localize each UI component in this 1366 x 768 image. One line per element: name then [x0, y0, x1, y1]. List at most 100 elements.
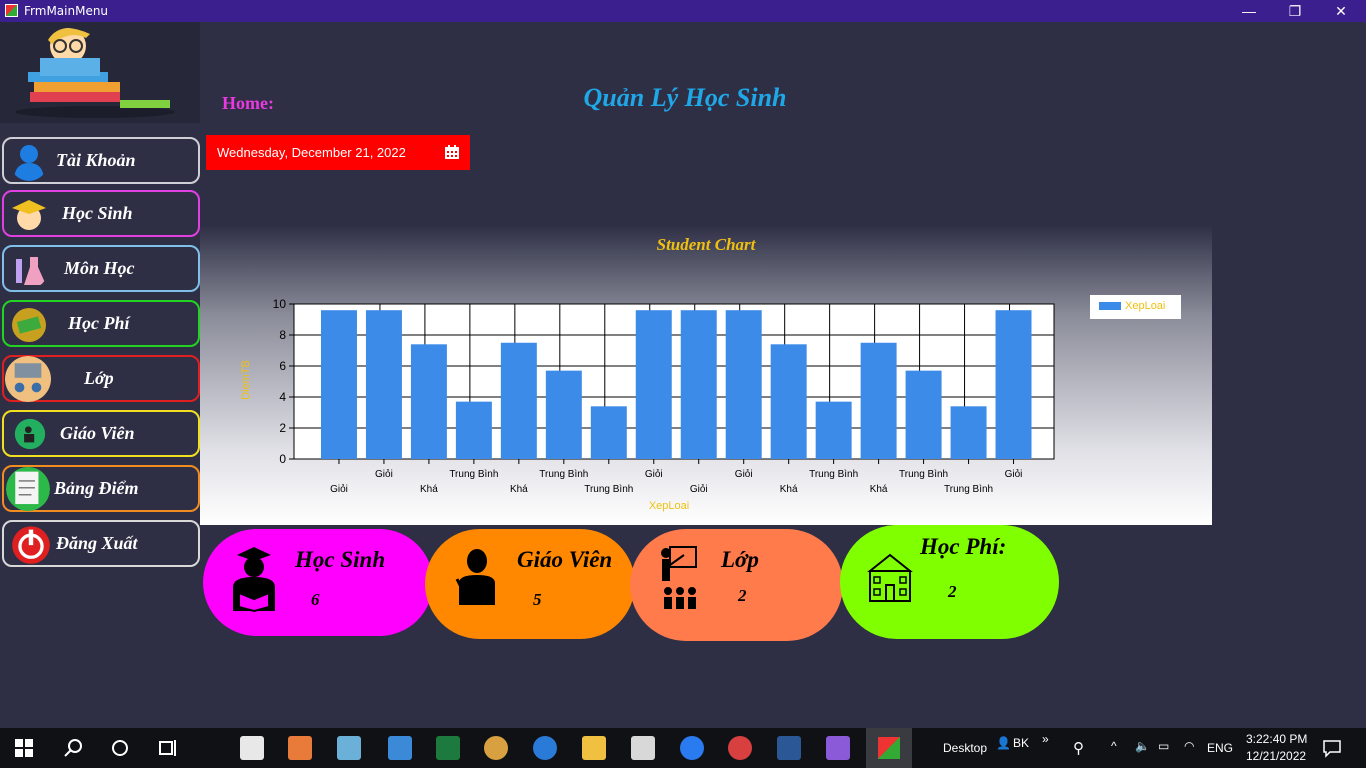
x-tick-label: Giỏi	[1005, 468, 1023, 480]
nav-hoc-phi-button[interactable]: Học Phí	[2, 300, 200, 347]
card-giao-vien[interactable]: Giáo Viên 5	[425, 529, 635, 639]
nav-mon-hoc-button[interactable]: Môn Học	[2, 245, 200, 292]
mail-icon[interactable]	[240, 736, 264, 760]
card-lop-title: Lớp	[721, 547, 759, 572]
nav-dang-xuat-button[interactable]: Đăng Xuất	[2, 520, 200, 567]
card-lop-value: 2	[738, 586, 747, 605]
y-tick-label: 0	[279, 452, 286, 466]
paint-icon[interactable]	[484, 736, 508, 760]
close-button[interactable]: ✕	[1318, 0, 1364, 22]
chart-title: Student Chart	[656, 235, 756, 254]
visual-studio-icon[interactable]	[826, 736, 850, 760]
card-hoc-sinh[interactable]: Học Sinh 6	[203, 529, 433, 636]
student-chart: 0 2 4 6 8 10 Giỏi Giỏi Khá Trung Bình Khá Trung Bìn…	[200, 225, 1212, 525]
nav-dang-xuat-label: Đăng Xuất	[56, 533, 138, 553]
edge-icon[interactable]	[533, 736, 557, 760]
nav-tai-khoan-button[interactable]: Tài Khoản	[2, 137, 200, 184]
chart-bar	[950, 406, 987, 459]
nav-hoc-phi-label: Học Phí	[68, 313, 130, 333]
x-tick-label: Giỏi	[645, 468, 663, 480]
notification-icon[interactable]	[1322, 738, 1342, 758]
computer-icon[interactable]	[388, 736, 412, 760]
chevron-icon[interactable]: »	[1042, 732, 1049, 746]
active-app-tab[interactable]	[866, 728, 912, 768]
minimize-button[interactable]: —	[1226, 0, 1272, 22]
user-icon	[14, 145, 44, 181]
taskbar: Desktop 👤 BK » ⚲ ^ 🔈 ▭ ◠ ENG 3:22:40 PM …	[0, 728, 1366, 768]
nav-lop-button[interactable]: Lớp	[2, 355, 200, 402]
chart-bar	[320, 310, 357, 459]
x-tick-label: Trung Bình	[944, 484, 993, 495]
chart-plot: 0 2 4 6 8 10 Giỏi Giỏi Khá Trung Bình Khá Trung Bìn…	[240, 297, 1055, 512]
title-bar: FrmMainMenu — ❐ ✕	[0, 0, 1366, 22]
search-icon[interactable]	[62, 736, 86, 760]
student-books-icon	[15, 28, 175, 118]
card-giao-vien-value: 5	[533, 590, 542, 609]
calendar-icon[interactable]	[444, 144, 460, 160]
task-view-icon[interactable]	[156, 736, 180, 760]
x-tick-label: Giỏi	[375, 468, 393, 480]
x-tick-label: Khá	[510, 484, 528, 495]
language-label[interactable]: ENG	[1207, 741, 1233, 755]
chart-bar	[770, 344, 807, 459]
nav-mon-hoc-label: Môn Học	[64, 258, 135, 278]
nav-hoc-sinh-button[interactable]: Học Sinh	[2, 190, 200, 237]
home-label: Home:	[222, 93, 274, 113]
chart-bar	[455, 401, 492, 459]
app-icon	[878, 737, 900, 759]
video-icon[interactable]	[288, 736, 312, 760]
chart-bar	[545, 370, 582, 459]
nav-bang-diem-label: Bảng Điểm	[54, 478, 139, 498]
x-tick-label: Giỏi	[330, 483, 348, 495]
student-reading-icon	[233, 547, 275, 613]
x-tick-label: Khá	[780, 484, 798, 495]
chrome-icon[interactable]	[728, 736, 752, 760]
x-tick-label: Trung Bình	[539, 469, 588, 480]
x-tick-label: Trung Bình	[809, 469, 858, 480]
notes-icon[interactable]	[337, 736, 361, 760]
cortana-icon[interactable]	[108, 736, 132, 760]
sidebar: Tài Khoản Học Sinh Môn Học Học Phí Lớp G…	[0, 22, 200, 728]
chart-legend: XepLoai	[1090, 295, 1181, 319]
x-tick-label: Giỏi	[735, 468, 753, 480]
show-hidden-icons[interactable]: ^	[1111, 739, 1117, 753]
volume-icon[interactable]: 🔈	[1135, 739, 1150, 753]
restore-button[interactable]: ❐	[1272, 0, 1318, 22]
chart-bar	[905, 370, 942, 459]
chart-bar	[365, 310, 402, 459]
clock-date[interactable]: 12/21/2022	[1246, 749, 1306, 763]
date-picker[interactable]: Wednesday, December 21, 2022	[206, 135, 470, 170]
x-axis-label: XepLoai	[649, 500, 689, 512]
store-icon[interactable]	[631, 736, 655, 760]
y-tick-label: 2	[279, 421, 286, 435]
chart-bar	[500, 342, 537, 459]
nav-giao-vien-button[interactable]: Giáo Viên	[2, 410, 200, 457]
word-icon[interactable]	[777, 736, 801, 760]
clock-time[interactable]: 3:22:40 PM	[1246, 732, 1307, 746]
user-icon: 👤	[996, 736, 1011, 750]
chart-bar	[815, 401, 852, 459]
battery-icon[interactable]: ▭	[1158, 739, 1169, 753]
desktop-label[interactable]: Desktop	[943, 741, 987, 755]
people-icon[interactable]: ⚲	[1073, 739, 1084, 757]
logo	[0, 22, 200, 123]
x-tick-label: Giỏi	[690, 483, 708, 495]
x-tick-label: Trung Bình	[899, 469, 948, 480]
windows-start-icon[interactable]	[14, 738, 34, 758]
chart-bar	[995, 310, 1032, 459]
classroom-icon	[661, 546, 697, 609]
card-lop[interactable]: Lớp 2	[630, 529, 843, 641]
classroom-icon	[5, 356, 51, 402]
wifi-icon[interactable]: ◠	[1184, 739, 1194, 753]
card-hoc-phi[interactable]: Học Phí: 2	[840, 525, 1059, 639]
zalo-icon[interactable]	[680, 736, 704, 760]
excel-icon[interactable]	[436, 736, 460, 760]
nav-bang-diem-button[interactable]: Bảng Điểm	[2, 465, 200, 512]
chart-bar	[680, 310, 717, 459]
x-tick-label: Khá	[420, 484, 438, 495]
y-tick-label: 6	[279, 359, 286, 373]
nav-giao-vien-label: Giáo Viên	[60, 423, 135, 443]
y-tick-label: 4	[279, 390, 286, 404]
nav-tai-khoan-label: Tài Khoản	[56, 150, 136, 170]
file-explorer-icon[interactable]	[582, 736, 606, 760]
